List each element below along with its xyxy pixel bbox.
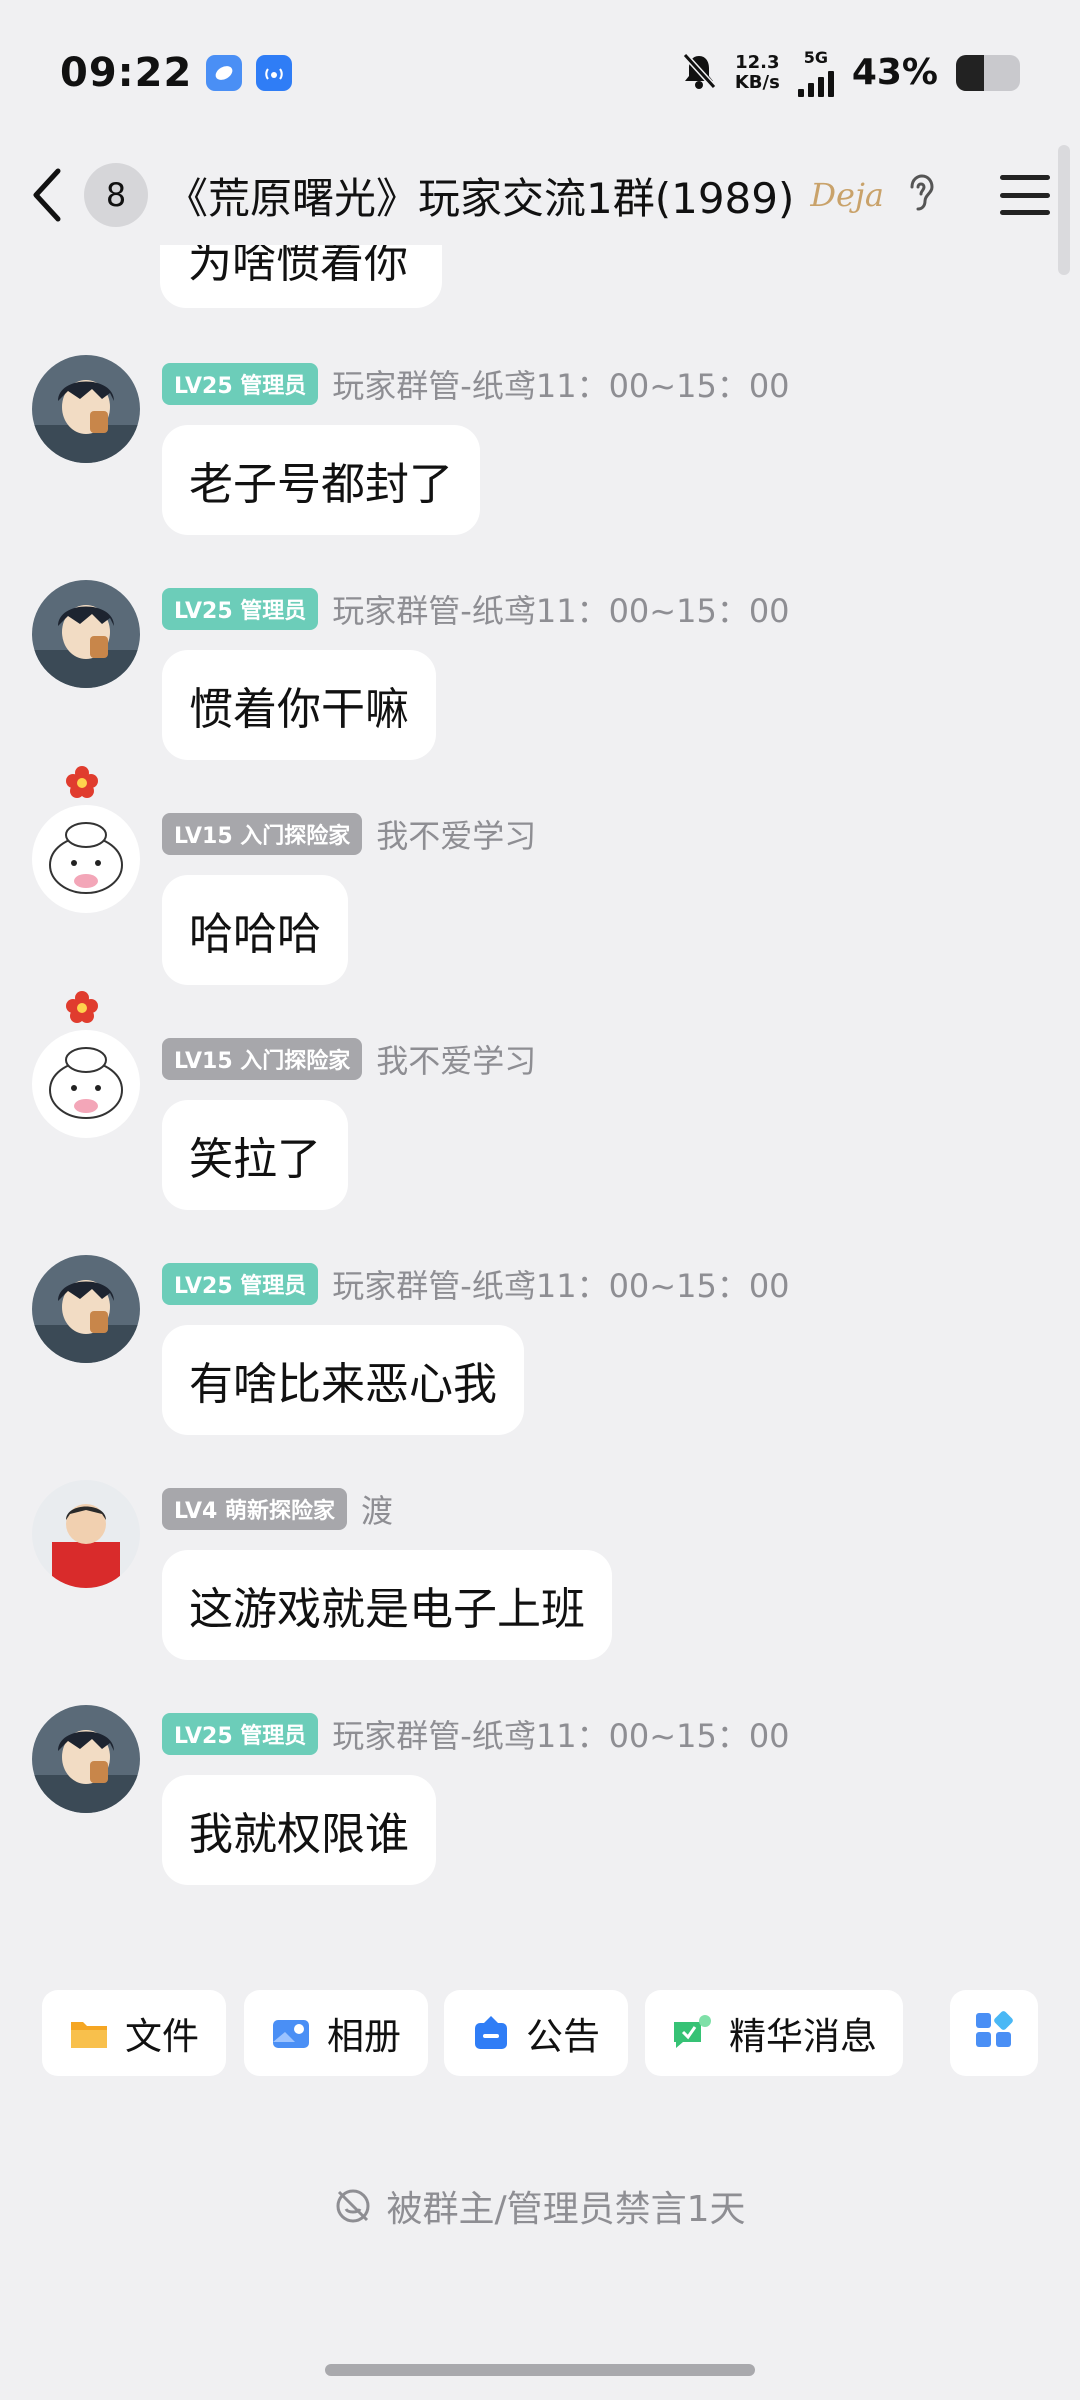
muted-icon [334, 2187, 372, 2225]
message-bubble[interactable]: 笑拉了 [162, 1100, 348, 1210]
level-badge: LV25 管理员 [162, 1263, 319, 1305]
status-bar: 09:22 12.3 KB/s 5G 43% [0, 0, 1080, 145]
sender-name[interactable]: 玩家群管-纸鸢11：00~15：00 [332, 586, 789, 632]
sender-meta: LV4 萌新探险家渡 [162, 1486, 393, 1532]
signal-bars-icon [797, 67, 834, 97]
home-indicator[interactable] [325, 2364, 755, 2376]
sender-meta: LV15 入门探险家 我不爱学习 [162, 1036, 536, 1082]
sender-name[interactable]: 我不爱学习 [376, 811, 536, 857]
battery-percent: 43% [851, 52, 938, 93]
folder-icon [69, 2016, 109, 2050]
ear-icon[interactable] [906, 173, 936, 217]
sender-name[interactable]: 玩家群管-纸鸢11：00~15：00 [332, 1261, 789, 1307]
unread-count-badge[interactable]: 8 [84, 163, 148, 227]
message-bubble[interactable]: 哈哈哈 [162, 875, 348, 985]
level-badge: LV15 入门探险家 [162, 1038, 363, 1080]
deja-logo: Deja [810, 176, 884, 214]
avatar[interactable] [32, 1705, 140, 1813]
avatar[interactable] [32, 1030, 140, 1138]
avatar[interactable] [32, 355, 140, 463]
avatar[interactable] [32, 580, 140, 688]
chat-title[interactable]: 《荒原曙光》玩家交流1群(1989) [166, 165, 794, 226]
flower-icon [64, 990, 100, 1030]
mute-notice: 被群主/管理员禁言1天 [0, 2180, 1080, 2232]
notice-board-icon [472, 2014, 510, 2052]
photo-icon [271, 2016, 311, 2050]
featured-message-icon [671, 2014, 713, 2052]
files-button[interactable]: 文件 [42, 1990, 226, 2076]
clock: 09:22 [60, 49, 193, 96]
scrollbar[interactable] [1058, 145, 1070, 275]
apps-grid-icon [974, 2009, 1014, 2058]
message-bubble[interactable]: 这游戏就是电子上班 [162, 1550, 612, 1660]
avatar[interactable] [32, 1255, 140, 1363]
cellular-signal: 5G [797, 48, 834, 97]
hotspot-icon [256, 54, 293, 91]
menu-icon[interactable] [1000, 175, 1050, 215]
level-badge: LV25 管理员 [162, 1713, 319, 1755]
message-list[interactable]: 为啥惯着你 LV25 管理员 玩家群管-纸鸢11：00~15：00 老子号都封了 LV… [0, 0, 1080, 1965]
sender-meta: LV25 管理员 玩家群管-纸鸢11：00~15：00 [162, 1261, 790, 1307]
flower-icon [64, 765, 100, 805]
message-bubble[interactable]: 老子号都封了 [162, 425, 480, 535]
highlights-button[interactable]: 精华消息 [645, 1990, 903, 2076]
battery-icon [956, 54, 1020, 91]
level-badge: LV25 管理员 [162, 363, 319, 405]
sender-name[interactable]: 玩家群管-纸鸢11：00~15：00 [332, 1711, 789, 1757]
sender-meta: LV25 管理员 玩家群管-纸鸢11：00~15：00 [162, 361, 790, 407]
announcement-button[interactable]: 公告 [444, 1990, 628, 2076]
more-apps-button[interactable] [950, 1990, 1038, 2076]
group-toolbar: 文件 相册 公告 精华消息 [0, 1990, 1080, 2078]
cloud-app-icon [206, 54, 243, 91]
sender-name[interactable]: 渡 [361, 1486, 393, 1532]
level-badge: LV25 管理员 [162, 588, 319, 630]
sender-name[interactable]: 我不爱学习 [376, 1036, 536, 1082]
chat-header: 8 《荒原曙光》玩家交流1群(1989) Deja [0, 145, 1080, 245]
album-button[interactable]: 相册 [244, 1990, 428, 2076]
sender-name[interactable]: 玩家群管-纸鸢11：00~15：00 [332, 361, 789, 407]
level-badge: LV15 入门探险家 [162, 813, 363, 855]
sender-meta: LV25 管理员 玩家群管-纸鸢11：00~15：00 [162, 1711, 790, 1757]
back-arrow-icon[interactable] [30, 165, 70, 225]
message-bubble[interactable]: 有啥比来恶心我 [162, 1325, 524, 1435]
sender-meta: LV15 入门探险家 我不爱学习 [162, 811, 536, 857]
network-speed: 12.3 KB/s [734, 51, 780, 93]
level-badge: LV4 萌新探险家 [162, 1488, 347, 1530]
message-bubble[interactable]: 我就权限谁 [162, 1775, 436, 1885]
sender-meta: LV25 管理员 玩家群管-纸鸢11：00~15：00 [162, 586, 790, 632]
mute-bell-icon [681, 52, 717, 94]
message-bubble[interactable]: 惯着你干嘛 [162, 650, 436, 760]
avatar[interactable] [32, 805, 140, 913]
avatar[interactable] [32, 1480, 140, 1588]
